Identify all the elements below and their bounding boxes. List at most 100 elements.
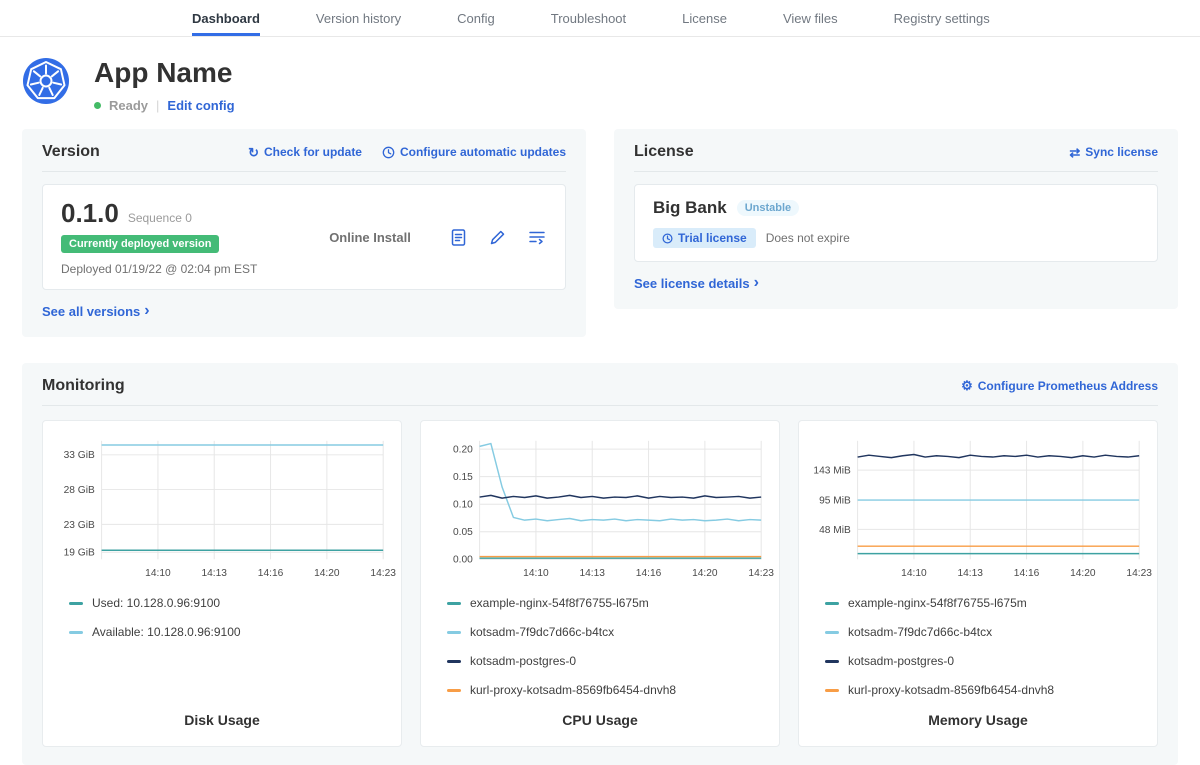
refresh-icon: ↻ [248,146,259,159]
svg-text:0.10: 0.10 [453,499,473,510]
app-header: App Name Ready | Edit config [0,37,1200,113]
legend-dash [447,689,461,692]
legend-label: example-nginx-54f8f76755-l675m [470,596,649,610]
channel-badge: Unstable [737,200,799,216]
clock-refresh-icon [382,146,395,159]
tab-registry-settings[interactable]: Registry settings [894,0,990,36]
legend-dash [825,631,839,634]
disk-usage-legend: Used: 10.128.0.96:9100 Available: 10.128.… [69,596,389,654]
license-expiration: Does not expire [766,231,850,245]
svg-text:0.05: 0.05 [453,527,473,538]
svg-text:14:13: 14:13 [201,567,227,578]
tab-license[interactable]: License [682,0,727,36]
tab-config[interactable]: Config [457,0,495,36]
legend-label: Available: 10.128.0.96:9100 [92,625,241,639]
legend-dash [825,689,839,692]
legend-item: kurl-proxy-kotsadm-8569fb6454-dnvh8 [825,683,1145,697]
sync-icon: ⇄ [1069,146,1080,159]
version-card: Version ↻ Check for update Configure aut… [22,129,586,337]
svg-text:33 GiB: 33 GiB [64,450,95,461]
svg-text:14:16: 14:16 [258,567,284,578]
legend-dash [825,602,839,605]
svg-text:14:20: 14:20 [1070,567,1096,578]
install-type-label: Online Install [329,230,411,245]
svg-text:14:23: 14:23 [748,567,774,578]
memory-usage-chart: 48 MiB95 MiB143 MiB14:1014:1314:1614:201… [811,435,1145,583]
license-panel: Big Bank Unstable Trial license Does not… [634,184,1158,262]
svg-text:14:13: 14:13 [579,567,605,578]
monitoring-title: Monitoring [42,377,125,395]
sync-license-link[interactable]: ⇄ Sync license [1069,145,1158,159]
edit-config-link[interactable]: Edit config [167,98,234,113]
svg-text:0.15: 0.15 [453,472,473,483]
memory-usage-legend: example-nginx-54f8f76755-l675m kotsadm-7f… [825,596,1145,712]
tab-version-history[interactable]: Version history [316,0,401,36]
configure-prometheus-link[interactable]: ⚙ Configure Prometheus Address [961,379,1158,393]
cpu-usage-legend: example-nginx-54f8f76755-l675m kotsadm-7f… [447,596,767,712]
top-nav: Dashboard Version history Config Trouble… [0,0,1200,37]
legend-dash [447,602,461,605]
tab-view-files[interactable]: View files [783,0,838,36]
svg-text:14:23: 14:23 [370,567,396,578]
legend-dash [825,660,839,663]
legend-dash [69,602,83,605]
svg-text:14:13: 14:13 [957,567,983,578]
legend-dash [69,631,83,634]
svg-text:19 GiB: 19 GiB [64,547,95,558]
legend-item: Available: 10.128.0.96:9100 [69,625,389,639]
svg-text:0.20: 0.20 [453,444,473,455]
app-status: Ready [109,98,148,113]
svg-text:28 GiB: 28 GiB [64,484,95,495]
svg-text:14:20: 14:20 [692,567,718,578]
svg-text:14:10: 14:10 [523,567,549,578]
cpu-usage-chart: 0.000.050.100.150.2014:1014:1314:1614:20… [433,435,767,583]
svg-text:14:10: 14:10 [145,567,171,578]
trial-license-badge: Trial license [653,228,756,248]
monitoring-section: Monitoring ⚙ Configure Prometheus Addres… [22,363,1178,765]
chevron-right-icon: › [144,303,149,319]
legend-label: Used: 10.128.0.96:9100 [92,596,220,610]
customer-name: Big Bank [653,198,727,218]
legend-item: kurl-proxy-kotsadm-8569fb6454-dnvh8 [447,683,767,697]
legend-label: kotsadm-7f9dc7d66c-b4tcx [470,625,614,639]
kubernetes-logo-icon [22,57,70,105]
gear-icon: ⚙ [961,379,973,392]
legend-label: kurl-proxy-kotsadm-8569fb6454-dnvh8 [470,683,676,697]
legend-item: kotsadm-7f9dc7d66c-b4tcx [825,625,1145,639]
version-number: 0.1.0 [61,198,119,229]
svg-text:95 MiB: 95 MiB [819,495,851,506]
status-dot [94,102,101,109]
divider: | [156,98,159,113]
tab-dashboard[interactable]: Dashboard [192,0,260,36]
svg-text:48 MiB: 48 MiB [819,524,851,535]
clock-icon [662,233,673,244]
license-card: License ⇄ Sync license Big Bank Unstable [614,129,1178,309]
deploy-logs-icon[interactable] [527,228,547,247]
legend-item: kotsadm-postgres-0 [447,654,767,668]
license-card-title: License [634,143,694,161]
svg-text:23 GiB: 23 GiB [64,519,95,530]
version-card-title: Version [42,143,100,161]
legend-label: example-nginx-54f8f76755-l675m [848,596,1027,610]
svg-text:143 MiB: 143 MiB [813,465,851,476]
edit-version-config-icon[interactable] [488,228,507,247]
disk-usage-title: Disk Usage [55,712,389,734]
svg-text:14:10: 14:10 [901,567,927,578]
version-sequence: Sequence 0 [128,211,192,225]
check-for-update-link[interactable]: ↻ Check for update [248,145,362,159]
disk-usage-card: 19 GiB 23 GiB 28 GiB 33 GiB 14:10 14:13 14:16 1… [42,420,402,748]
deployed-timestamp: Deployed 01/19/22 @ 02:04 pm EST [61,262,291,276]
see-license-details-link[interactable]: See license details › [634,275,759,291]
tab-troubleshoot[interactable]: Troubleshoot [551,0,626,36]
release-notes-icon[interactable] [449,228,468,247]
legend-item: example-nginx-54f8f76755-l675m [825,596,1145,610]
legend-label: kotsadm-postgres-0 [848,654,954,668]
see-all-versions-link[interactable]: See all versions › [42,303,150,319]
svg-text:14:16: 14:16 [1014,567,1040,578]
legend-dash [447,631,461,634]
configure-automatic-updates-link[interactable]: Configure automatic updates [382,145,566,159]
memory-usage-card: 48 MiB 95 MiB 143 MiB 14:10 14:13 14:16 14:20 1… [798,420,1158,748]
svg-text:14:23: 14:23 [1126,567,1152,578]
legend-item: kotsadm-postgres-0 [825,654,1145,668]
legend-item: example-nginx-54f8f76755-l675m [447,596,767,610]
